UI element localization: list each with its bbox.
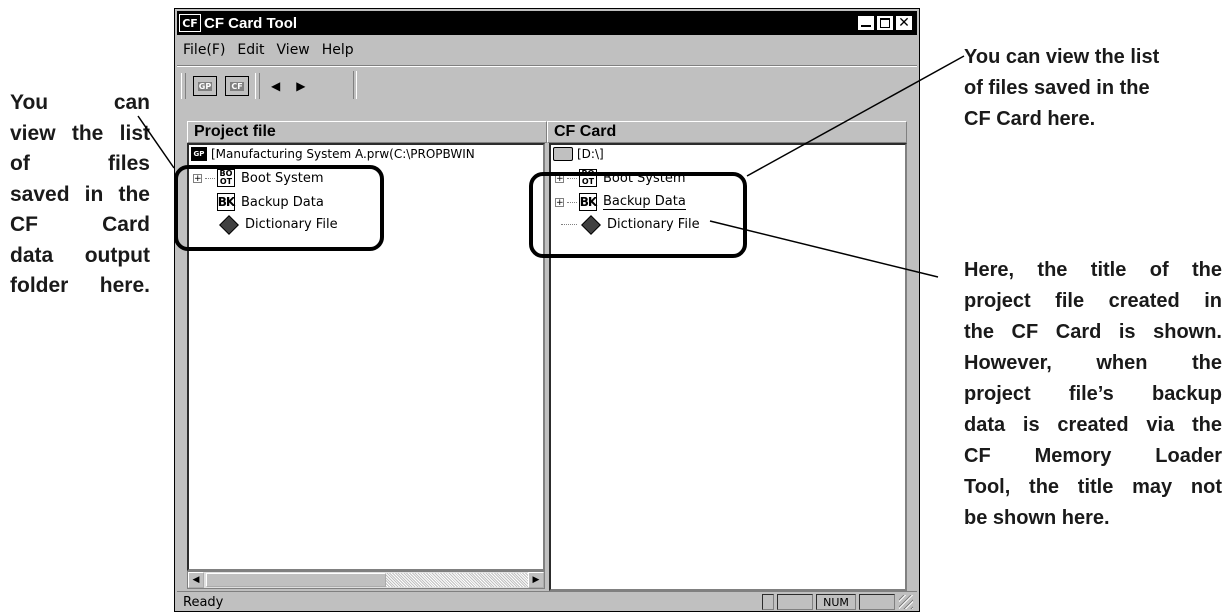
leader-line-right-bottom: [709, 220, 939, 278]
leader-line-left: [137, 115, 175, 169]
leader-line-right-top: [746, 55, 965, 177]
leader-lines: [137, 55, 965, 278]
